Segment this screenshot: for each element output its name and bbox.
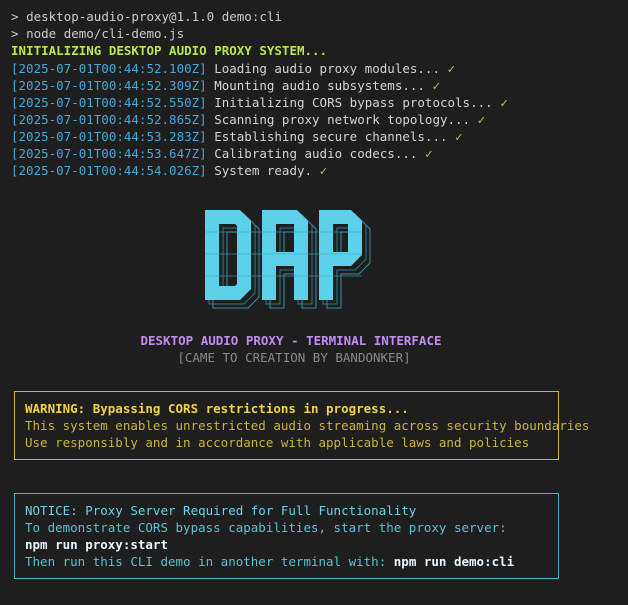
init-message: INITIALIZING DESKTOP AUDIO PROXY SYSTEM.…	[11, 43, 328, 58]
notice-line-text: Then run this CLI demo in another termin…	[25, 554, 394, 569]
log-message: Loading audio proxy modules...	[214, 61, 440, 76]
prompt-symbol: >	[11, 9, 19, 24]
log-timestamp: [2025-07-01T00:44:52.309Z]	[11, 78, 207, 93]
warning-box: WARNING: Bypassing CORS restrictions in …	[14, 391, 590, 460]
notice-box: NOTICE: Proxy Server Required for Full F…	[14, 493, 559, 579]
warning-heading: WARNING: Bypassing CORS restrictions in …	[25, 401, 409, 416]
log-timestamp: [2025-07-01T00:44:54.026Z]	[11, 163, 207, 178]
log-message: Calibrating audio codecs...	[214, 146, 418, 161]
dap-logo	[205, 210, 371, 309]
log-message: System ready.	[214, 163, 313, 178]
log-line: [2025-07-01T00:44:53.647Z] Calibrating a…	[11, 145, 432, 162]
command-text: node demo/cli-demo.js	[26, 26, 185, 41]
log-message: Initializing CORS bypass protocols...	[214, 95, 493, 110]
check-icon: ✓	[447, 61, 456, 76]
notice-heading: NOTICE: Proxy Server Required for Full F…	[25, 503, 417, 518]
warning-line: Use responsibly and in accordance with a…	[25, 435, 530, 450]
log-message: Mounting audio subsystems...	[214, 78, 425, 93]
logo-letter-a	[262, 210, 308, 300]
check-icon: ✓	[319, 163, 328, 178]
check-icon: ✓	[455, 129, 463, 144]
banner-credit: [CAME TO CREATION BY BANDONKER]	[177, 350, 411, 365]
log-timestamp: [2025-07-01T00:44:52.100Z]	[11, 61, 207, 76]
log-line: [2025-07-01T00:44:52.865Z] Scanning prox…	[11, 111, 485, 128]
log-line: [2025-07-01T00:44:52.100Z] Loading audio…	[11, 60, 455, 77]
notice-line: Then run this CLI demo in another termin…	[25, 553, 548, 570]
log-timestamp: [2025-07-01T00:44:52.865Z]	[11, 112, 207, 127]
logo-letter-d	[205, 210, 251, 300]
log-message: Establishing secure channels...	[214, 129, 448, 144]
log-timestamp: [2025-07-01T00:44:53.283Z]	[11, 129, 207, 144]
warning-line: This system enables unrestricted audio s…	[25, 418, 590, 433]
terminal-window: > desktop-audio-proxy@1.1.0 demo:cli > n…	[0, 0, 628, 605]
check-icon: ✓	[424, 146, 433, 161]
log-message: Scanning proxy network topology...	[214, 112, 471, 127]
log-timestamp: [2025-07-01T00:44:52.550Z]	[11, 95, 207, 110]
banner-subtitle: DESKTOP AUDIO PROXY - TERMINAL INTERFACE	[140, 333, 442, 348]
log-line: [2025-07-01T00:44:52.309Z] Mounting audi…	[11, 77, 440, 94]
log-line: [2025-07-01T00:44:54.026Z] System ready.…	[11, 162, 327, 179]
command-text: desktop-audio-proxy@1.1.0 demo:cli	[26, 9, 282, 24]
check-icon: ✓	[432, 78, 440, 93]
log-line: [2025-07-01T00:44:53.283Z] Establishing …	[11, 128, 463, 145]
demo-cli-command: npm run demo:cli	[393, 554, 515, 569]
log-timestamp: [2025-07-01T00:44:53.647Z]	[11, 146, 207, 161]
prompt-symbol: >	[11, 26, 19, 41]
proxy-start-command: npm run proxy:start	[25, 537, 168, 552]
command-line-1: > desktop-audio-proxy@1.1.0 demo:cli	[11, 8, 282, 25]
log-line: [2025-07-01T00:44:52.550Z] Initializing …	[11, 94, 508, 111]
notice-line: To demonstrate CORS bypass capabilities,…	[25, 520, 507, 535]
command-line-2: > node demo/cli-demo.js	[11, 25, 184, 42]
check-icon: ✓	[477, 112, 486, 127]
check-icon: ✓	[500, 95, 508, 110]
